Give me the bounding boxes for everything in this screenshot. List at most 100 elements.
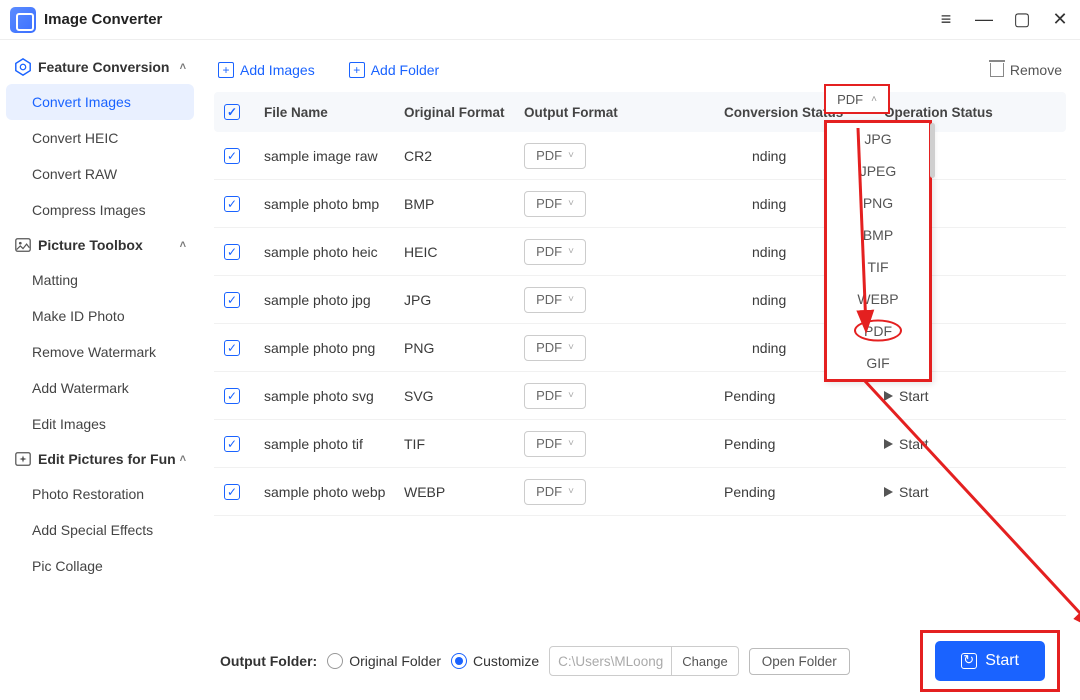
sidebar-item-photo-restoration[interactable]: Photo Restoration	[6, 476, 194, 512]
cell-file-name: sample photo bmp	[264, 196, 404, 212]
window-menu-button[interactable]: ≡	[936, 10, 956, 30]
col-file-name: File Name	[264, 105, 404, 120]
remove-label: Remove	[1010, 62, 1062, 78]
dropdown-option-jpeg[interactable]: JPEG	[827, 155, 929, 187]
cell-original-format: SVG	[404, 388, 524, 404]
toolbar: + Add Images + Add Folder Remove	[214, 48, 1066, 92]
row-output-select[interactable]: PDF˅	[524, 287, 586, 313]
table-row: ✓sample photo bmpBMPPDF˅ndingStart	[214, 180, 1066, 228]
window-close-button[interactable]: ✕	[1050, 10, 1070, 30]
sidebar-item-add-special-effects[interactable]: Add Special Effects	[6, 512, 194, 548]
dropdown-option-png[interactable]: PNG	[827, 187, 929, 219]
window-minimize-button[interactable]: —	[974, 10, 994, 30]
dropdown-option-bmp[interactable]: BMP	[827, 219, 929, 251]
add-folder-button[interactable]: + Add Folder	[349, 62, 439, 78]
change-button[interactable]: Change	[671, 646, 738, 676]
sidebar-item-pic-collage[interactable]: Pic Collage	[6, 548, 194, 584]
output-path-text: C:\Users\MLoong	[550, 654, 671, 669]
cell-original-format: JPG	[404, 292, 524, 308]
remove-button[interactable]: Remove	[990, 62, 1062, 78]
picture-icon	[14, 236, 32, 254]
radio-original-label: Original Folder	[349, 653, 441, 669]
select-all-checkbox[interactable]: ✓	[224, 104, 240, 120]
sidebar-section-label: Picture Toolbox	[38, 237, 143, 253]
row-output-select[interactable]: PDF˅	[524, 383, 586, 409]
dropdown-option-webp[interactable]: WEBP	[827, 283, 929, 315]
table-header: ✓ File Name Original Format Output Forma…	[214, 92, 1066, 132]
dropdown-scrollbar[interactable]	[930, 123, 935, 178]
row-start-button[interactable]: Start	[884, 388, 1024, 404]
row-checkbox[interactable]: ✓	[224, 436, 240, 452]
sidebar-item-edit-images[interactable]: Edit Images	[6, 406, 194, 442]
dropdown-option-jpg[interactable]: JPG	[827, 123, 929, 155]
row-checkbox[interactable]: ✓	[224, 196, 240, 212]
row-checkbox[interactable]: ✓	[224, 340, 240, 356]
radio-icon	[327, 653, 343, 669]
window-maximize-button[interactable]: ▢	[1012, 10, 1032, 30]
output-format-header-select[interactable]: PDF ˄	[824, 84, 890, 114]
cell-conversion-status: Pending	[724, 388, 884, 404]
row-checkbox[interactable]: ✓	[224, 244, 240, 260]
chevron-down-icon: ˅	[568, 294, 574, 305]
chevron-down-icon: ˅	[568, 390, 574, 401]
radio-original-folder[interactable]: Original Folder	[327, 653, 441, 669]
sidebar-section-feature-conversion[interactable]: Feature Conversion ˄	[6, 50, 194, 84]
cell-file-name: sample photo heic	[264, 244, 404, 260]
cell-file-name: sample image raw	[264, 148, 404, 164]
start-all-button[interactable]: Start	[935, 641, 1045, 681]
add-folder-label: Add Folder	[371, 62, 439, 78]
cell-file-name: sample photo png	[264, 340, 404, 356]
col-original-format: Original Format	[404, 105, 524, 120]
row-start-button[interactable]: Start	[884, 484, 1024, 500]
sidebar-section-picture-toolbox[interactable]: Picture Toolbox ˄	[6, 228, 194, 262]
row-output-select[interactable]: PDF˅	[524, 479, 586, 505]
add-images-button[interactable]: + Add Images	[218, 62, 315, 78]
sidebar-section-edit-for-fun[interactable]: Edit Pictures for Fun ˄	[6, 442, 194, 476]
play-icon	[884, 439, 893, 449]
row-checkbox[interactable]: ✓	[224, 388, 240, 404]
table-row: ✓sample photo heicHEICPDF˅ndingStart	[214, 228, 1066, 276]
sidebar-item-convert-images[interactable]: Convert Images	[6, 84, 194, 120]
sidebar-item-add-watermark[interactable]: Add Watermark	[6, 370, 194, 406]
sidebar-item-make-id-photo[interactable]: Make ID Photo	[6, 298, 194, 334]
sidebar-section-label: Feature Conversion	[38, 59, 169, 75]
sidebar-item-convert-heic[interactable]: Convert HEIC	[6, 120, 194, 156]
annotation-oval	[854, 320, 902, 342]
table-row: ✓sample photo webpWEBPPDF˅PendingStart	[214, 468, 1066, 516]
radio-customize[interactable]: Customize	[451, 653, 539, 669]
chevron-up-icon: ˄	[180, 453, 186, 465]
sidebar-item-compress-images[interactable]: Compress Images	[6, 192, 194, 228]
sidebar-item-remove-watermark[interactable]: Remove Watermark	[6, 334, 194, 370]
footer-bar: Output Folder: Original Folder Customize…	[214, 622, 1066, 700]
trash-icon	[990, 63, 1004, 77]
open-folder-button[interactable]: Open Folder	[749, 648, 850, 675]
sparkle-icon	[14, 450, 32, 468]
row-checkbox[interactable]: ✓	[224, 148, 240, 164]
output-folder-label: Output Folder:	[220, 653, 317, 669]
dropdown-option-tif[interactable]: TIF	[827, 251, 929, 283]
sidebar-section-label: Edit Pictures for Fun	[38, 451, 176, 467]
cell-conversion-status: Pending	[724, 484, 884, 500]
row-start-button[interactable]: Start	[884, 436, 1024, 452]
dropdown-option-pdf[interactable]: PDF	[827, 315, 929, 347]
chevron-down-icon: ˅	[568, 438, 574, 449]
sidebar-item-matting[interactable]: Matting	[6, 262, 194, 298]
add-folder-icon: +	[349, 62, 365, 78]
output-path-box: C:\Users\MLoong Change	[549, 646, 739, 676]
dropdown-option-gif[interactable]: GIF	[827, 347, 929, 379]
radio-customize-label: Customize	[473, 653, 539, 669]
row-output-select[interactable]: PDF˅	[524, 431, 586, 457]
row-output-select[interactable]: PDF˅	[524, 335, 586, 361]
row-output-select[interactable]: PDF˅	[524, 143, 586, 169]
table-row: ✓sample photo jpgJPGPDF˅ndingStart	[214, 276, 1066, 324]
play-icon	[884, 487, 893, 497]
row-output-select[interactable]: PDF˅	[524, 239, 586, 265]
chevron-up-icon: ˄	[871, 94, 877, 105]
table-row: ✓sample image rawCR2PDF˅ndingStart	[214, 132, 1066, 180]
row-output-select[interactable]: PDF˅	[524, 191, 586, 217]
sidebar-item-convert-raw[interactable]: Convert RAW	[6, 156, 194, 192]
main-panel: + Add Images + Add Folder Remove ✓ File …	[200, 40, 1080, 700]
app-logo-icon	[10, 7, 36, 33]
row-checkbox[interactable]: ✓	[224, 292, 240, 308]
row-checkbox[interactable]: ✓	[224, 484, 240, 500]
